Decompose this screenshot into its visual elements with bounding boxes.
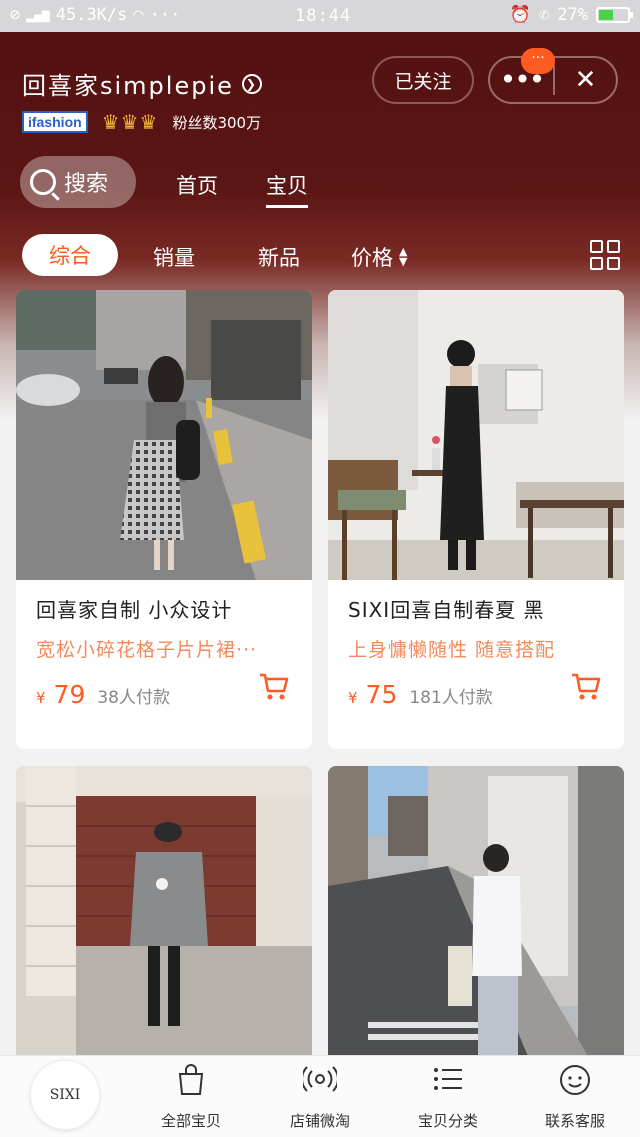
product-subtitle: 上身慵懒随性 随意搭配 [348, 639, 556, 661]
list-icon [434, 1068, 462, 1090]
cafe-photo [328, 290, 624, 580]
no-disturb-icon: ⊘ [10, 5, 21, 25]
tab-items[interactable]: 宝贝 [266, 170, 308, 208]
shop-meta: ifashion ♛♛♛ 粉丝数300万 [22, 110, 261, 134]
ifashion-badge: ifashion [22, 111, 88, 133]
product-card[interactable]: SIXI回喜自制春夏 黑 上身慵懒随性 随意搭配 ¥ 75 181人付款 [328, 290, 624, 749]
product-title: SIXI回喜自制春夏 黑 [348, 598, 545, 622]
grid-view-icon[interactable] [590, 240, 620, 270]
sort-sales[interactable]: 销量 [153, 242, 195, 272]
currency-symbol: ¥ [36, 689, 46, 707]
product-card[interactable] [16, 766, 312, 1066]
hd-call-icon: ✆ [539, 5, 550, 25]
alley-photo [328, 766, 624, 1056]
all-items-button[interactable]: 全部宝贝 [136, 1062, 246, 1131]
alarm-icon: ⏰ [509, 5, 532, 25]
shop-avatar[interactable]: SIXI [30, 1060, 100, 1130]
shop-name-text: 回喜家simplepie [22, 72, 234, 100]
contact-label: 联系客服 [544, 1112, 605, 1130]
network-speed: 45.3K/s [55, 5, 128, 25]
clock: 18:44 [295, 6, 352, 26]
broadcast-icon [303, 1066, 337, 1092]
product-subtitle: 宽松小碎花格子片片裙··· [36, 639, 258, 661]
sold-count: 38人付款 [97, 688, 170, 708]
notification-badge: ··· [521, 48, 555, 74]
sold-count: 181人付款 [409, 688, 493, 708]
cart-icon[interactable] [258, 670, 290, 702]
chevron-right-icon: ❯ [241, 73, 262, 94]
sort-overall[interactable]: 综合 [22, 234, 118, 276]
wifi-icon: ◠ [133, 5, 144, 25]
sort-price-label: 价格 [351, 246, 393, 270]
product-card[interactable]: 回喜家自制 小众设计 宽松小碎花格子片片裙··· ¥ 79 38人付款 [16, 290, 312, 749]
shop-name[interactable]: 回喜家simplepie ❯ [22, 66, 262, 101]
street-photo [16, 290, 312, 580]
status-right: ⏰ ✆ 27% [509, 5, 633, 25]
wall-photo [16, 766, 312, 1056]
shop-feed-label: 店铺微淘 [289, 1112, 350, 1130]
contact-button[interactable]: 联系客服 [520, 1062, 630, 1131]
product-info: SIXI回喜自制春夏 黑 上身慵懒随性 随意搭配 ¥ 75 181人付款 [328, 580, 624, 709]
status-more: ··· [149, 5, 181, 25]
sort-price[interactable]: 价格 ▲ ▼ [351, 242, 407, 272]
fans-count: 粉丝数300万 [172, 113, 262, 132]
search-label: 搜索 [64, 172, 109, 197]
price-row: ¥ 79 38人付款 [36, 673, 292, 709]
tab-home[interactable]: 首页 [176, 170, 218, 200]
product-image[interactable] [16, 290, 312, 580]
category-label: 宝贝分类 [417, 1112, 478, 1130]
product-price: 79 [53, 680, 86, 709]
follow-button[interactable]: 已关注 [372, 56, 474, 104]
cart-icon[interactable] [570, 670, 602, 702]
price-row: ¥ 75 181人付款 [348, 673, 604, 709]
product-image[interactable] [16, 766, 312, 1056]
currency-symbol: ¥ [348, 689, 358, 707]
customer-service-icon [560, 1065, 590, 1095]
shopping-bag-icon [178, 1064, 204, 1095]
product-title: 回喜家自制 小众设计 [36, 598, 233, 622]
product-image[interactable] [328, 290, 624, 580]
battery-percent: 27% [557, 5, 588, 25]
product-image[interactable] [328, 766, 624, 1056]
product-card[interactable] [328, 766, 624, 1066]
battery-icon [596, 7, 633, 23]
close-button[interactable]: ✕ [555, 65, 616, 95]
sort-new[interactable]: 新品 [258, 242, 300, 272]
signal-icon: ▂▄▆ [26, 7, 50, 23]
all-items-label: 全部宝贝 [160, 1112, 221, 1130]
category-button[interactable]: 宝贝分类 [393, 1062, 503, 1131]
product-info: 回喜家自制 小众设计 宽松小碎花格子片片裙··· ¥ 79 38人付款 [16, 580, 312, 709]
shop-feed-button[interactable]: 店铺微淘 [265, 1062, 375, 1131]
status-bar: ⊘ ▂▄▆ 45.3K/s ◠ ··· 18:44 ⏰ ✆ 27% [0, 0, 640, 32]
sort-arrows-icon: ▲ ▼ [399, 245, 408, 268]
status-left: ⊘ ▂▄▆ 45.3K/s ◠ ··· [10, 5, 180, 25]
search-icon [30, 169, 56, 195]
crown-icon: ♛♛♛ [101, 110, 159, 134]
search-button[interactable]: 搜索 [20, 156, 136, 208]
product-price: 75 [365, 680, 398, 709]
